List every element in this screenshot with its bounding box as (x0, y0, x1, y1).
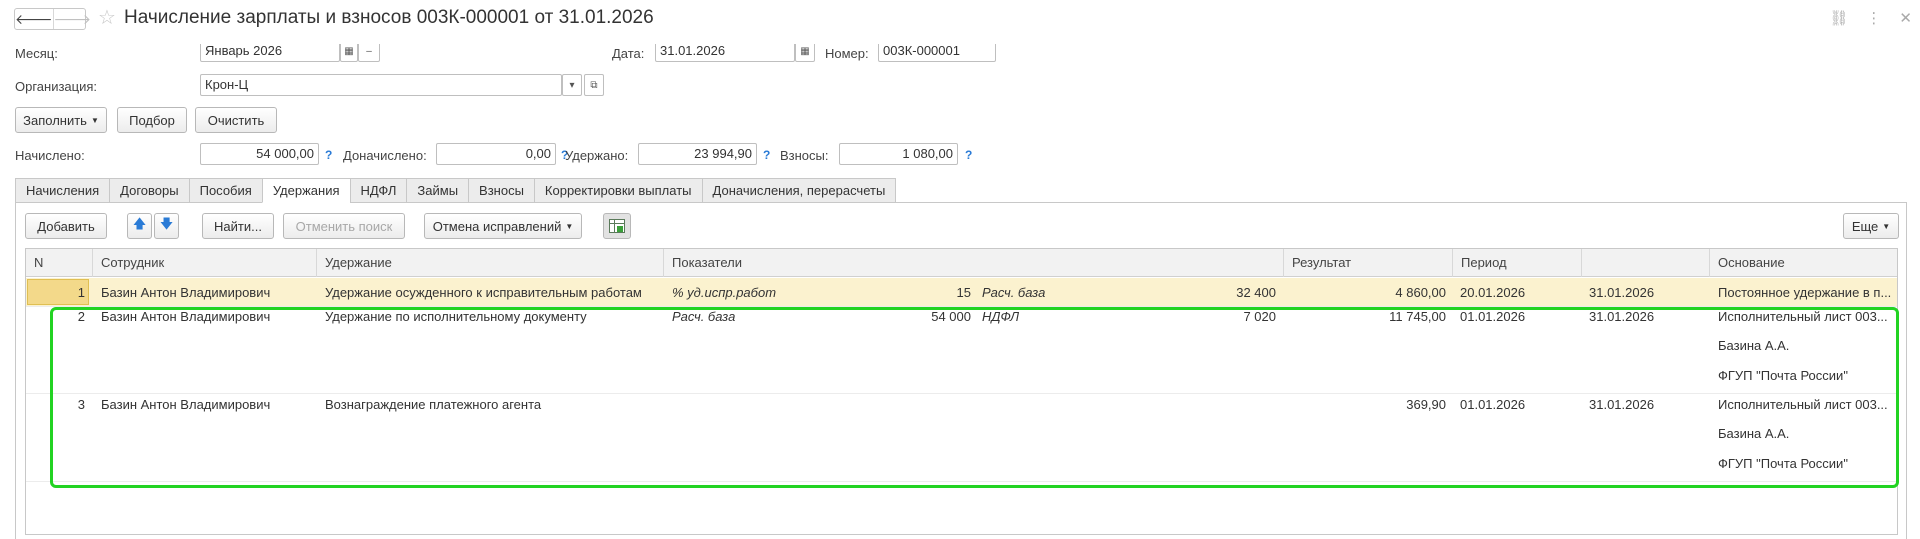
find-button[interactable]: Найти... (202, 213, 274, 239)
accrued-label: Начислено: (15, 148, 85, 163)
arrow-left-icon: 🡐 (15, 10, 53, 27)
column-header-result[interactable]: Результат (1284, 249, 1453, 277)
tab-loans[interactable]: Займы (406, 178, 469, 203)
chevron-down-icon: ▼ (1882, 221, 1891, 231)
organization-label: Организация: (15, 79, 98, 94)
tab-benefits[interactable]: Пособия (188, 178, 262, 203)
more-button[interactable]: Еще ▼ (1843, 213, 1899, 239)
column-header-employee[interactable]: Сотрудник (93, 249, 317, 277)
document-title: Начисление зарплаты и взносов 003К-00000… (124, 7, 654, 28)
move-up-button[interactable]: 🡅 (127, 213, 152, 239)
select-button[interactable]: Подбор (117, 107, 187, 133)
arrow-right-icon: 🡒 (53, 10, 92, 27)
tab-recalculations[interactable]: Доначисления, перерасчеты (701, 178, 897, 203)
help-icon[interactable]: ? (325, 148, 332, 162)
deduction-cell: Удержание осужденного к исправительным р… (325, 285, 642, 300)
basis-cell: Постоянное удержание в п... (1718, 285, 1892, 300)
fill-button-label: Заполнить (23, 112, 87, 128)
indicator-name: Расч. база (982, 285, 1046, 300)
row-number: 1 (77, 285, 85, 300)
clear-button[interactable]: Очистить (195, 107, 277, 133)
tab-accruals[interactable]: Начисления (15, 178, 110, 203)
help-icon[interactable]: ? (965, 148, 972, 162)
period-end-cell: 31.01.2026 (1589, 285, 1655, 300)
more-button-label: Еще (1851, 218, 1879, 234)
accrued-field[interactable]: 54 000,00 (200, 143, 319, 165)
period-start-cell: 20.01.2026 (1460, 285, 1526, 300)
tab-deductions[interactable]: Удержания (261, 178, 350, 203)
month-label: Месяц: (15, 46, 58, 61)
more-menu-icon[interactable]: ⋮ (1866, 9, 1881, 27)
additional-label: Доначислено: (343, 148, 427, 163)
add-button[interactable]: Добавить (25, 213, 107, 239)
employee-cell: Базин Антон Владимирович (101, 285, 271, 300)
forward-button[interactable]: 🡒 (52, 9, 92, 29)
organization-dropdown-button[interactable]: ▾ (562, 74, 582, 96)
organization-field[interactable]: Крон-Ц (200, 74, 562, 96)
cancel-fix-label: Отмена исправлений (432, 218, 562, 234)
chevron-down-icon: ▼ (565, 221, 574, 231)
title-divider (0, 38, 1920, 44)
table-settings-icon (609, 219, 625, 233)
cancel-search-button[interactable]: Отменить поиск (283, 213, 405, 239)
navigation-buttons: 🡐 🡒 (14, 8, 91, 30)
title-bar: 🡐 🡒 ☆ Начисление зарплаты и взносов 003К… (0, 0, 1920, 38)
tab-ndfl[interactable]: НДФЛ (349, 178, 407, 203)
tab-contributions[interactable]: Взносы (468, 178, 534, 203)
column-header-indicators[interactable]: Показатели (664, 249, 1284, 277)
indicator-value: 15 (956, 285, 971, 300)
link-icon[interactable]: ⛓ (1829, 9, 1848, 27)
date-label: Дата: (612, 46, 645, 61)
column-header-period[interactable]: Период (1453, 249, 1582, 277)
table-settings-button[interactable] (603, 213, 631, 239)
highlight-box (50, 307, 1899, 488)
result-cell: 4 860,00 (1395, 285, 1446, 300)
fill-button[interactable]: Заполнить ▼ (15, 107, 107, 133)
back-button[interactable]: 🡐 (15, 9, 53, 29)
table-header: N Сотрудник Удержание Показатели Результ… (26, 249, 1897, 277)
tab-payment-adjustments[interactable]: Корректировки выплаты (533, 178, 702, 203)
additional-field[interactable]: 0,00 (436, 143, 556, 165)
column-header-deduction[interactable]: Удержание (317, 249, 664, 277)
contributions-label: Взносы: (780, 148, 829, 163)
window-controls: ⛓ ⋮ ✕ (1829, 9, 1912, 27)
column-header-basis[interactable]: Основание (1710, 249, 1897, 277)
help-icon[interactable]: ? (763, 148, 770, 162)
organization-open-icon[interactable]: ⧉ (584, 74, 604, 96)
cancel-fix-button[interactable]: Отмена исправлений ▼ (424, 213, 582, 239)
withheld-field[interactable]: 23 994,90 (638, 143, 757, 165)
withheld-label: Удержано: (565, 148, 629, 163)
number-label: Номер: (825, 46, 869, 61)
tab-contracts[interactable]: Договоры (109, 178, 189, 203)
favorite-star-icon[interactable]: ☆ (98, 8, 116, 28)
arrow-up-icon: 🡅 (132, 216, 147, 231)
indicator-value: 32 400 (1236, 285, 1276, 300)
contributions-field[interactable]: 1 080,00 (839, 143, 958, 165)
chevron-down-icon: ▼ (90, 115, 99, 125)
indicator-name: % уд.испр.работ (672, 285, 777, 300)
arrow-down-icon: 🡇 (159, 216, 174, 231)
column-header-period-end (1582, 249, 1710, 277)
column-header-n[interactable]: N (26, 249, 93, 277)
tab-bar: Начисления Договоры Пособия Удержания НД… (15, 178, 897, 203)
close-icon[interactable]: ✕ (1899, 9, 1912, 27)
move-down-button[interactable]: 🡇 (154, 213, 179, 239)
